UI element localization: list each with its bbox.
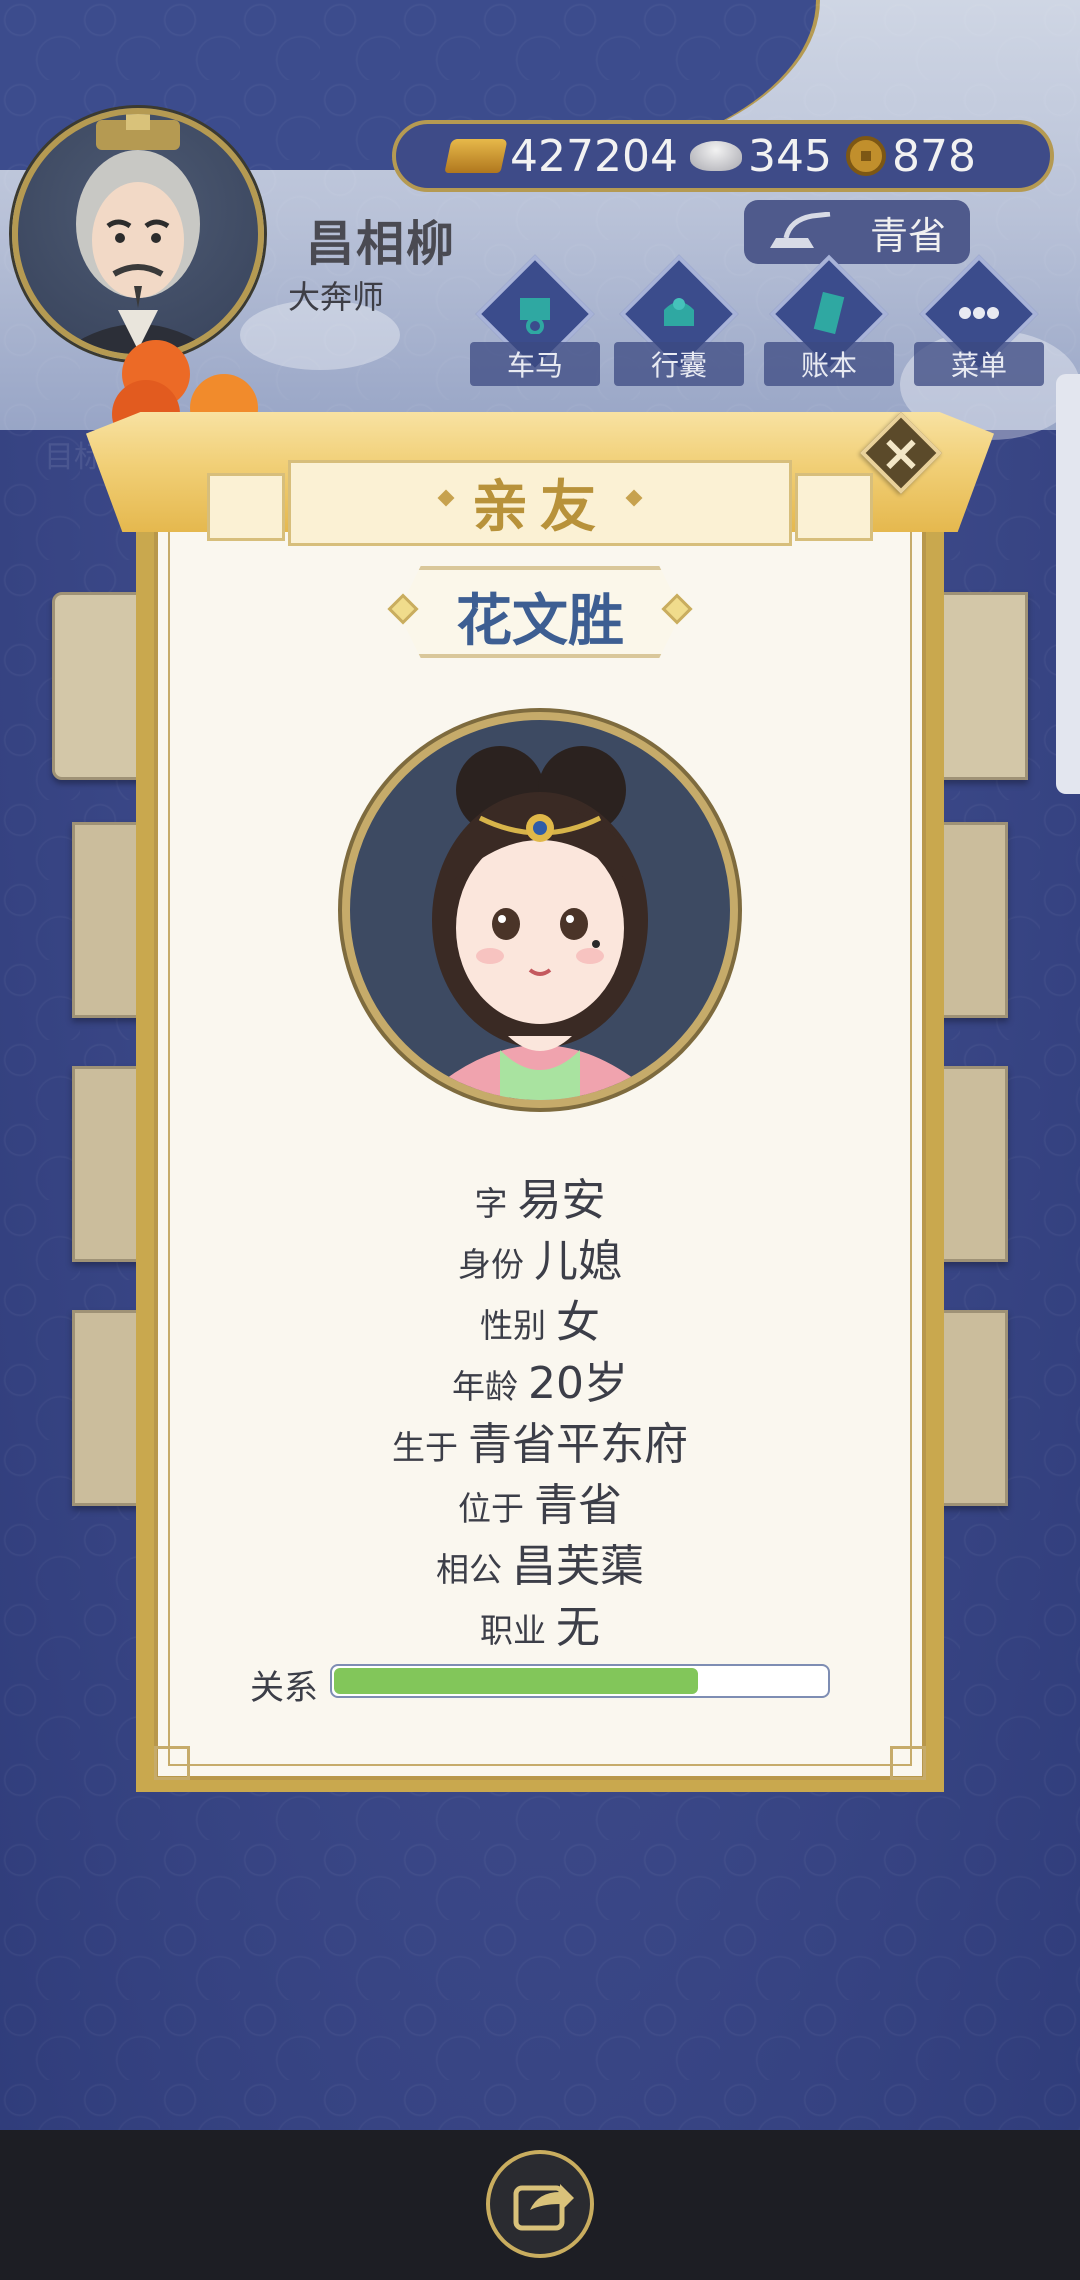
corner-ornament [154,1746,190,1780]
info-value: 青省 [534,1480,622,1531]
relation-progress-fill [334,1668,698,1694]
player-name: 昌相柳 [306,216,457,272]
menu-bag-button[interactable]: 行囊 [614,254,744,392]
gold-ingot-icon [444,139,508,173]
carriage-icon [520,298,550,334]
info-row-gender: 性别女 [154,1286,926,1350]
side-scroll-handle[interactable] [1056,374,1080,794]
info-key: 生于 [392,1428,458,1467]
info-key: 相公 [436,1550,502,1589]
ledger-icon [813,292,845,334]
character-name: 花文胜 [456,588,624,654]
silver-currency: 345 [689,130,832,182]
info-value: 女 [556,1297,600,1348]
character-portrait-image [420,746,660,1100]
menu-ledger-button[interactable]: 账本 [764,254,894,392]
modal-title: 亲友 [472,474,608,540]
share-button[interactable] [486,2150,594,2258]
menu-label: 车马 [470,342,600,386]
location-button[interactable]: 青省 [744,200,970,264]
info-key: 年龄 [452,1367,518,1406]
menu-label: 菜单 [914,342,1044,386]
bag-icon [664,298,694,326]
gold-amount: 427204 [510,130,678,182]
lamp-icon [770,212,831,248]
share-icon [513,2184,574,2231]
coin-amount: 878 [891,130,976,182]
silver-ingot-icon [689,141,742,171]
info-value: 儿媳 [534,1236,622,1287]
menu-label: 行囊 [614,342,744,386]
info-key: 位于 [458,1489,524,1528]
info-row-age: 年龄 20岁 [154,1347,926,1411]
info-key: 字 [474,1184,508,1223]
coin-currency: 878 [845,130,976,182]
player-portrait-image [58,114,218,354]
info-key: 性别 [480,1306,546,1345]
info-row-identity: 身份 儿媳 [154,1225,926,1289]
info-value: 昌芙蕖 [512,1541,644,1592]
menu-carriage-button[interactable]: 车马 [470,254,600,392]
info-row-location: 位于 青省 [154,1469,926,1533]
menu-label: 账本 [764,342,894,386]
location-label: 青省 [869,213,946,258]
info-row-courtesy-name: 字易安 [154,1164,926,1228]
gold-currency: 427204 [444,130,678,182]
relation-progress-bar [330,1664,830,1698]
info-row-birthplace: 生于 青省平东府 [154,1408,926,1472]
info-value: 无 [556,1602,600,1653]
info-row-husband: 相公 昌芙蕖 [154,1530,926,1594]
close-icon[interactable]: × [872,420,930,486]
player-title: 大奔师 [288,278,385,316]
info-key: 身份 [458,1245,524,1284]
info-row-occupation: 职业无 [154,1591,926,1655]
info-value: 青省平东府 [468,1419,688,1470]
info-value: 易安 [517,1175,606,1226]
info-value: 20岁 [528,1358,628,1409]
corner-ornament [890,1746,926,1780]
currency-bar: 427204 345 878 [392,120,1054,192]
copper-coin-icon [845,136,886,176]
menu-more-button[interactable]: 菜单 [914,254,1044,392]
player-avatar[interactable] [12,108,264,360]
info-key: 职业 [480,1611,546,1650]
relation-label: 关系 [250,1668,318,1708]
character-portrait [342,712,738,1108]
silver-amount: 345 [747,130,832,182]
more-icon [959,307,999,319]
